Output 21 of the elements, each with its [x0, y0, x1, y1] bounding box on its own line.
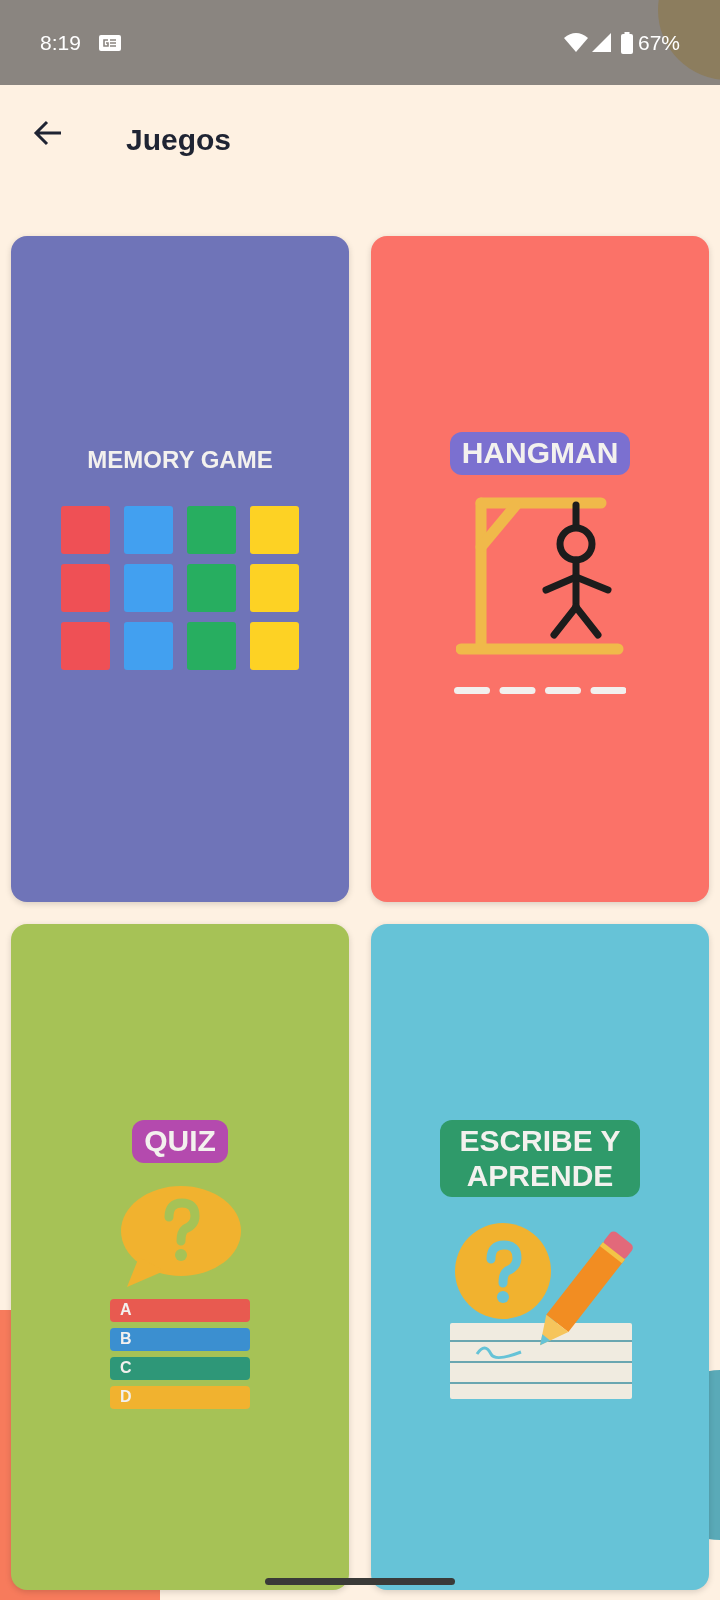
status-time: 8:19 — [40, 29, 81, 56]
game-title: HANGMAN — [449, 432, 631, 475]
game-title: MEMORY GAME — [87, 445, 273, 475]
notification-icon — [98, 34, 121, 51]
signal-icon — [591, 33, 611, 52]
battery-percentage: 67% — [637, 29, 680, 56]
battery-icon — [620, 31, 633, 54]
answer-option[interactable]: B — [110, 1327, 250, 1351]
game-card[interactable]: HANGMAN — [371, 236, 709, 902]
back-arrow-icon — [33, 120, 63, 146]
game-card[interactable]: ESCRIBE Y APRENDE — [371, 924, 709, 1590]
game-card[interactable]: QUIZ A B C D — [11, 924, 349, 1590]
game-title: ESCRIBE Y APRENDE — [440, 1120, 640, 1197]
speech-bubble-icon — [119, 1184, 241, 1289]
wifi-icon — [563, 33, 588, 52]
game-title: QUIZ — [132, 1120, 228, 1163]
answer-option[interactable]: C — [110, 1356, 250, 1380]
answer-option[interactable]: A — [110, 1298, 250, 1322]
game-card[interactable]: MEMORY GAME — [11, 236, 349, 902]
answer-option[interactable]: D — [110, 1385, 250, 1409]
page-title: Juegos — [126, 122, 232, 158]
